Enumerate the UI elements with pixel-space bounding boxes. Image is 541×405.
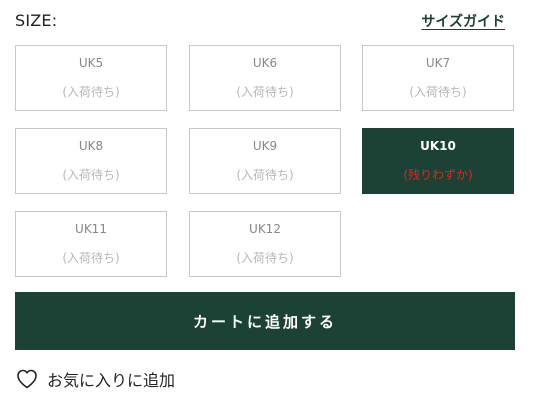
stock-status: (入荷待ち): [236, 168, 294, 182]
size-option-uk5[interactable]: UK5 (入荷待ち): [15, 45, 167, 111]
stock-status: (残りわずか): [403, 168, 473, 182]
size-name: UK12: [249, 222, 281, 236]
stock-status: (入荷待ち): [236, 85, 294, 99]
size-label: SIZE:: [15, 11, 58, 30]
stock-status: (入荷待ち): [62, 251, 120, 265]
size-option-uk9[interactable]: UK9 (入荷待ち): [189, 128, 341, 194]
size-name: UK10: [420, 139, 456, 153]
stock-status: (入荷待ち): [62, 85, 120, 99]
stock-status: (入荷待ち): [236, 251, 294, 265]
size-name: UK6: [252, 56, 278, 70]
add-to-cart-button[interactable]: カートに追加する: [15, 292, 515, 350]
favorite-label: お気に入りに追加: [47, 371, 176, 390]
size-option-uk10[interactable]: UK10 (残りわずか): [362, 128, 514, 194]
add-to-favorites[interactable]: お気に入りに追加: [15, 366, 175, 392]
stock-status: (入荷待ち): [62, 168, 120, 182]
size-option-uk12[interactable]: UK12 (入荷待ち): [189, 211, 341, 277]
size-option-uk6[interactable]: UK6 (入荷待ち): [189, 45, 341, 111]
size-guide-link[interactable]: サイズガイド: [421, 11, 505, 31]
size-name: UK7: [425, 56, 451, 70]
heart-icon: [15, 367, 39, 391]
size-name: UK5: [78, 56, 104, 70]
size-option-uk7[interactable]: UK7 (入荷待ち): [362, 45, 514, 111]
size-header: SIZE: サイズガイド: [15, 8, 515, 34]
size-option-uk8[interactable]: UK8 (入荷待ち): [15, 128, 167, 194]
size-name: UK8: [78, 139, 104, 153]
size-option-uk11[interactable]: UK11 (入荷待ち): [15, 211, 167, 277]
stock-status: (入荷待ち): [409, 85, 467, 99]
size-name: UK9: [252, 139, 278, 153]
size-name: UK11: [75, 222, 107, 236]
